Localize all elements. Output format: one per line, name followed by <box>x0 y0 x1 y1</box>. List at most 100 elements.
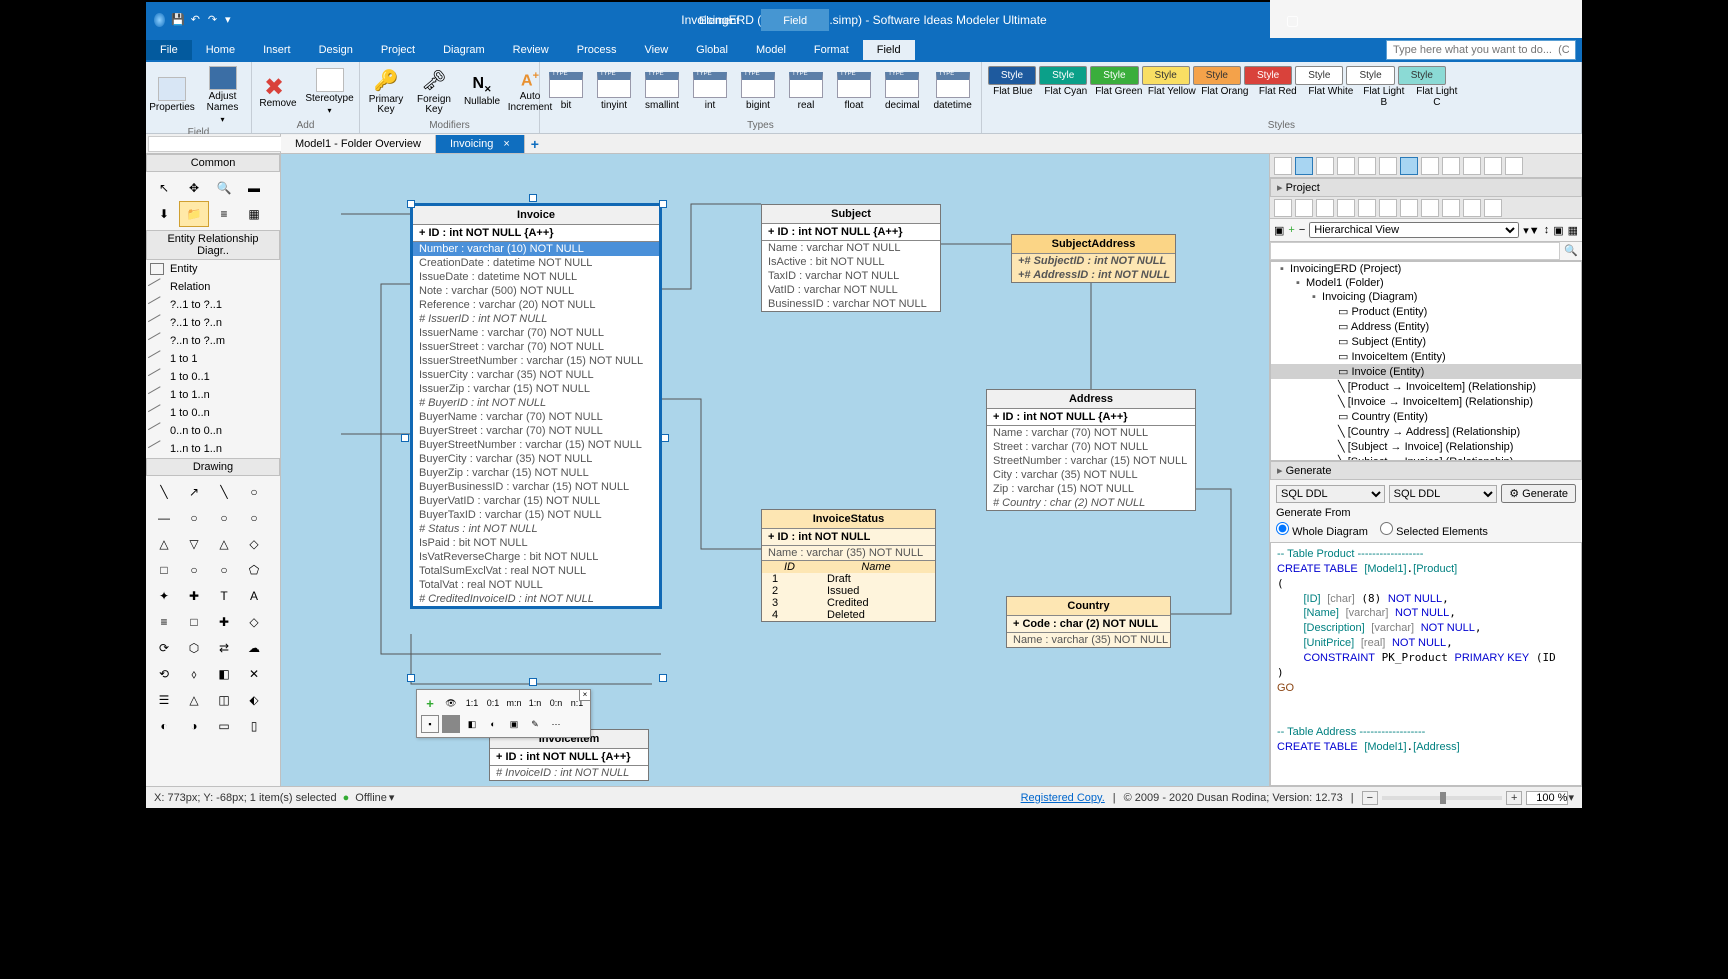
drawing-tool[interactable]: ◐ <box>149 713 179 739</box>
tree-node[interactable]: ╲ [Country → Address] (Relationship) <box>1271 424 1581 439</box>
entity-field[interactable]: Number : varchar (10) NOT NULL <box>413 242 659 256</box>
drawing-tool[interactable]: △ <box>209 531 239 557</box>
drawing-tool[interactable]: ⟳ <box>149 635 179 661</box>
paste-icon[interactable]: ✎ <box>526 715 544 733</box>
drawing-tool[interactable]: ☁ <box>239 635 269 661</box>
ricon[interactable] <box>1295 157 1313 175</box>
ticon[interactable] <box>1400 199 1418 217</box>
zoom-slider[interactable] <box>1382 796 1502 800</box>
collapse-icon[interactable]: ▸ <box>1277 465 1286 477</box>
entity-field[interactable]: BuyerCity : varchar (35) NOT NULL <box>413 452 659 466</box>
menu-review[interactable]: Review <box>499 40 563 60</box>
entity-field[interactable]: Name : varchar (35) NOT NULL <box>762 546 935 560</box>
project-tree[interactable]: ▪ InvoicingERD (Project)▪ Model1 (Folder… <box>1270 261 1582 461</box>
generate-panel-header[interactable]: Generate <box>1286 465 1332 477</box>
type-int[interactable]: int <box>690 70 730 113</box>
entity-field[interactable]: StreetNumber : varchar (15) NOT NULL <box>987 454 1195 468</box>
type-bigint[interactable]: bigint <box>738 70 778 113</box>
entity-field[interactable]: +# SubjectID : int NOT NULL <box>1012 254 1175 268</box>
zoom-input[interactable] <box>1526 791 1568 805</box>
ribbon-search[interactable] <box>1386 40 1576 60</box>
drawing-tool[interactable]: ✚ <box>179 583 209 609</box>
toolbox-search[interactable] <box>148 136 292 152</box>
entity-field[interactable]: Street : varchar (70) NOT NULL <box>987 440 1195 454</box>
entity-pk[interactable]: + ID : int NOT NULL {A++} <box>987 409 1195 426</box>
entity-field[interactable]: Zip : varchar (15) NOT NULL <box>987 482 1195 496</box>
generate-button[interactable]: ⚙ Generate <box>1501 484 1576 503</box>
gen-type-select[interactable]: SQL DDL <box>1276 485 1385 503</box>
entity-field[interactable]: IsVatReverseCharge : bit NOT NULL <box>413 550 659 564</box>
entity-field[interactable]: IssuerCity : varchar (35) NOT NULL <box>413 368 659 382</box>
menu-view[interactable]: View <box>631 40 683 60</box>
qat-redo-icon[interactable]: ↷ <box>208 13 219 27</box>
zoom-tool[interactable]: 🔍 <box>209 175 239 201</box>
doc-tab[interactable]: Model1 - Folder Overview <box>281 135 436 153</box>
drawing-tool[interactable]: ⬠ <box>239 557 269 583</box>
drawing-tool[interactable]: ▯ <box>239 713 269 739</box>
ticon[interactable] <box>1379 199 1397 217</box>
drawing-tool[interactable]: ☰ <box>149 687 179 713</box>
entity-pk[interactable]: + ID : int NOT NULL <box>762 529 935 546</box>
opt2-icon[interactable]: ▦ <box>1568 224 1578 237</box>
sort-icon[interactable]: ↕ <box>1544 224 1550 236</box>
toolbox-drawing-header[interactable]: Drawing <box>146 458 280 476</box>
drawing-tool[interactable]: ◇ <box>239 531 269 557</box>
status-offline[interactable]: Offline <box>355 792 387 804</box>
tree-node[interactable]: ▭ Invoice (Entity) <box>1271 364 1581 379</box>
style-chip-8[interactable]: Style <box>1398 66 1446 85</box>
data-row[interactable]: 1Draft <box>762 573 935 585</box>
drawing-tool[interactable]: ⬖ <box>239 687 269 713</box>
data-row[interactable]: 4Deleted <box>762 609 935 621</box>
add-icon[interactable]: + <box>421 694 439 712</box>
remove-button[interactable]: ✖Remove <box>258 71 298 112</box>
entity-field[interactable]: IssuerStreetNumber : varchar (15) NOT NU… <box>413 354 659 368</box>
ticon[interactable] <box>1421 199 1439 217</box>
style-chip-6[interactable]: Style <box>1295 66 1343 85</box>
entity-field[interactable]: Name : varchar NOT NULL <box>762 241 940 255</box>
drawing-tool[interactable]: ◑ <box>179 713 209 739</box>
toolbox-item[interactable]: Relation <box>146 278 280 296</box>
ricon[interactable] <box>1337 157 1355 175</box>
tree-node[interactable]: ▭ Product (Entity) <box>1271 304 1581 319</box>
toolbox-item[interactable]: 1..n to 1..n <box>146 440 280 458</box>
ricon[interactable] <box>1484 157 1502 175</box>
toolbox-item[interactable]: Entity <box>146 260 280 278</box>
entity-field[interactable]: IsActive : bit NOT NULL <box>762 255 940 269</box>
rel-mn[interactable]: m:n <box>505 694 523 712</box>
tree-node[interactable]: ╲ [Subject → Invoice] (Relationship) <box>1271 439 1581 454</box>
entity-country[interactable]: Country + Code : char (2) NOT NULL Name … <box>1006 596 1171 648</box>
menu-home[interactable]: Home <box>192 40 249 60</box>
ricon[interactable] <box>1379 157 1397 175</box>
align-tool[interactable]: ≡ <box>209 201 239 227</box>
drawing-tool[interactable]: ◫ <box>209 687 239 713</box>
tree-node[interactable]: ▭ Country (Entity) <box>1271 409 1581 424</box>
status-registered[interactable]: Registered Copy. <box>1021 792 1105 804</box>
rel-1n[interactable]: 1:n <box>526 694 544 712</box>
type-datetime[interactable]: datetime <box>930 70 974 113</box>
properties-button[interactable]: Properties <box>152 75 192 116</box>
entity-pk[interactable]: + ID : int NOT NULL {A++} <box>490 749 648 766</box>
menu-file[interactable]: File <box>146 40 192 60</box>
toolbox-item[interactable]: 1 to 0..1 <box>146 368 280 386</box>
ricon[interactable] <box>1442 157 1460 175</box>
drawing-tool[interactable]: ○ <box>239 479 269 505</box>
entity-field[interactable]: IssueDate : datetime NOT NULL <box>413 270 659 284</box>
collapse-all-icon[interactable]: ▣ <box>1274 224 1284 237</box>
radio-whole-diagram[interactable]: Whole Diagram <box>1276 526 1368 538</box>
entity-field[interactable]: # CreditedInvoiceID : int NOT NULL <box>413 592 659 606</box>
type-decimal[interactable]: decimal <box>882 70 922 113</box>
selection-toolbar[interactable]: × + 👁 1:1 0:1 m:n 1:n 0:n n:1 ▪ ◧ ◐ ▣ ✎ … <box>416 689 591 738</box>
paint-tool[interactable]: ▬ <box>239 175 269 201</box>
ricon[interactable] <box>1400 157 1418 175</box>
rel-01[interactable]: 0:1 <box>484 694 502 712</box>
diagram-canvas[interactable]: Invoice + ID : int NOT NULL {A++} Number… <box>281 154 1270 786</box>
style-chip-5[interactable]: Style <box>1244 66 1292 85</box>
entity-field[interactable]: IsPaid : bit NOT NULL <box>413 536 659 550</box>
ticon[interactable] <box>1442 199 1460 217</box>
drawing-tool[interactable]: ⬨ <box>179 661 209 687</box>
zoom-dropdown-icon[interactable]: ▾ <box>1568 791 1574 804</box>
drawing-tool[interactable]: △ <box>149 531 179 557</box>
entity-field[interactable]: Name : varchar (35) NOT NULL <box>1007 633 1170 647</box>
sql-output[interactable]: -- Table Product ------------------ CREA… <box>1270 542 1582 786</box>
style-icon[interactable]: ◐ <box>484 715 502 733</box>
